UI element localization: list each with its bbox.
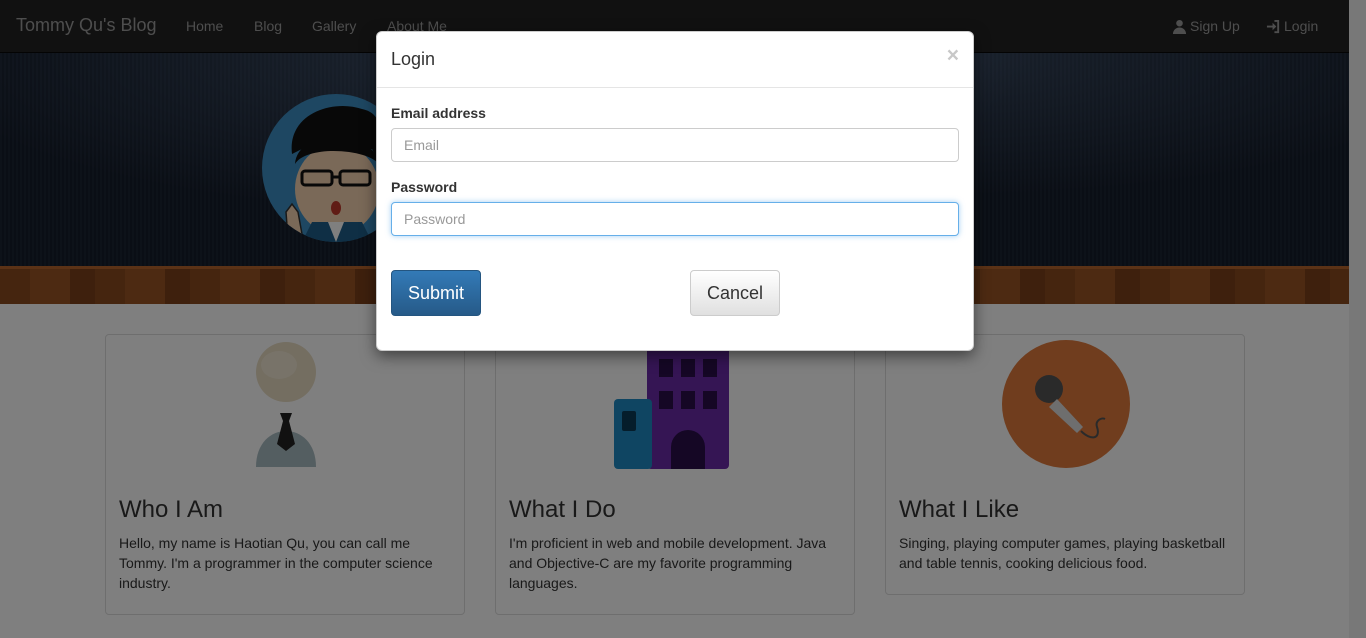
login-modal: Login × Email address Password Submit Ca… [376, 31, 974, 351]
password-field[interactable] [391, 202, 959, 236]
email-field[interactable] [391, 128, 959, 162]
email-label: Email address [391, 105, 486, 121]
modal-header: Login × [377, 32, 973, 88]
submit-button[interactable]: Submit [391, 270, 481, 316]
cancel-button[interactable]: Cancel [690, 270, 780, 316]
close-icon[interactable]: × [947, 44, 959, 68]
modal-title: Login [391, 49, 436, 69]
password-label: Password [391, 179, 458, 195]
